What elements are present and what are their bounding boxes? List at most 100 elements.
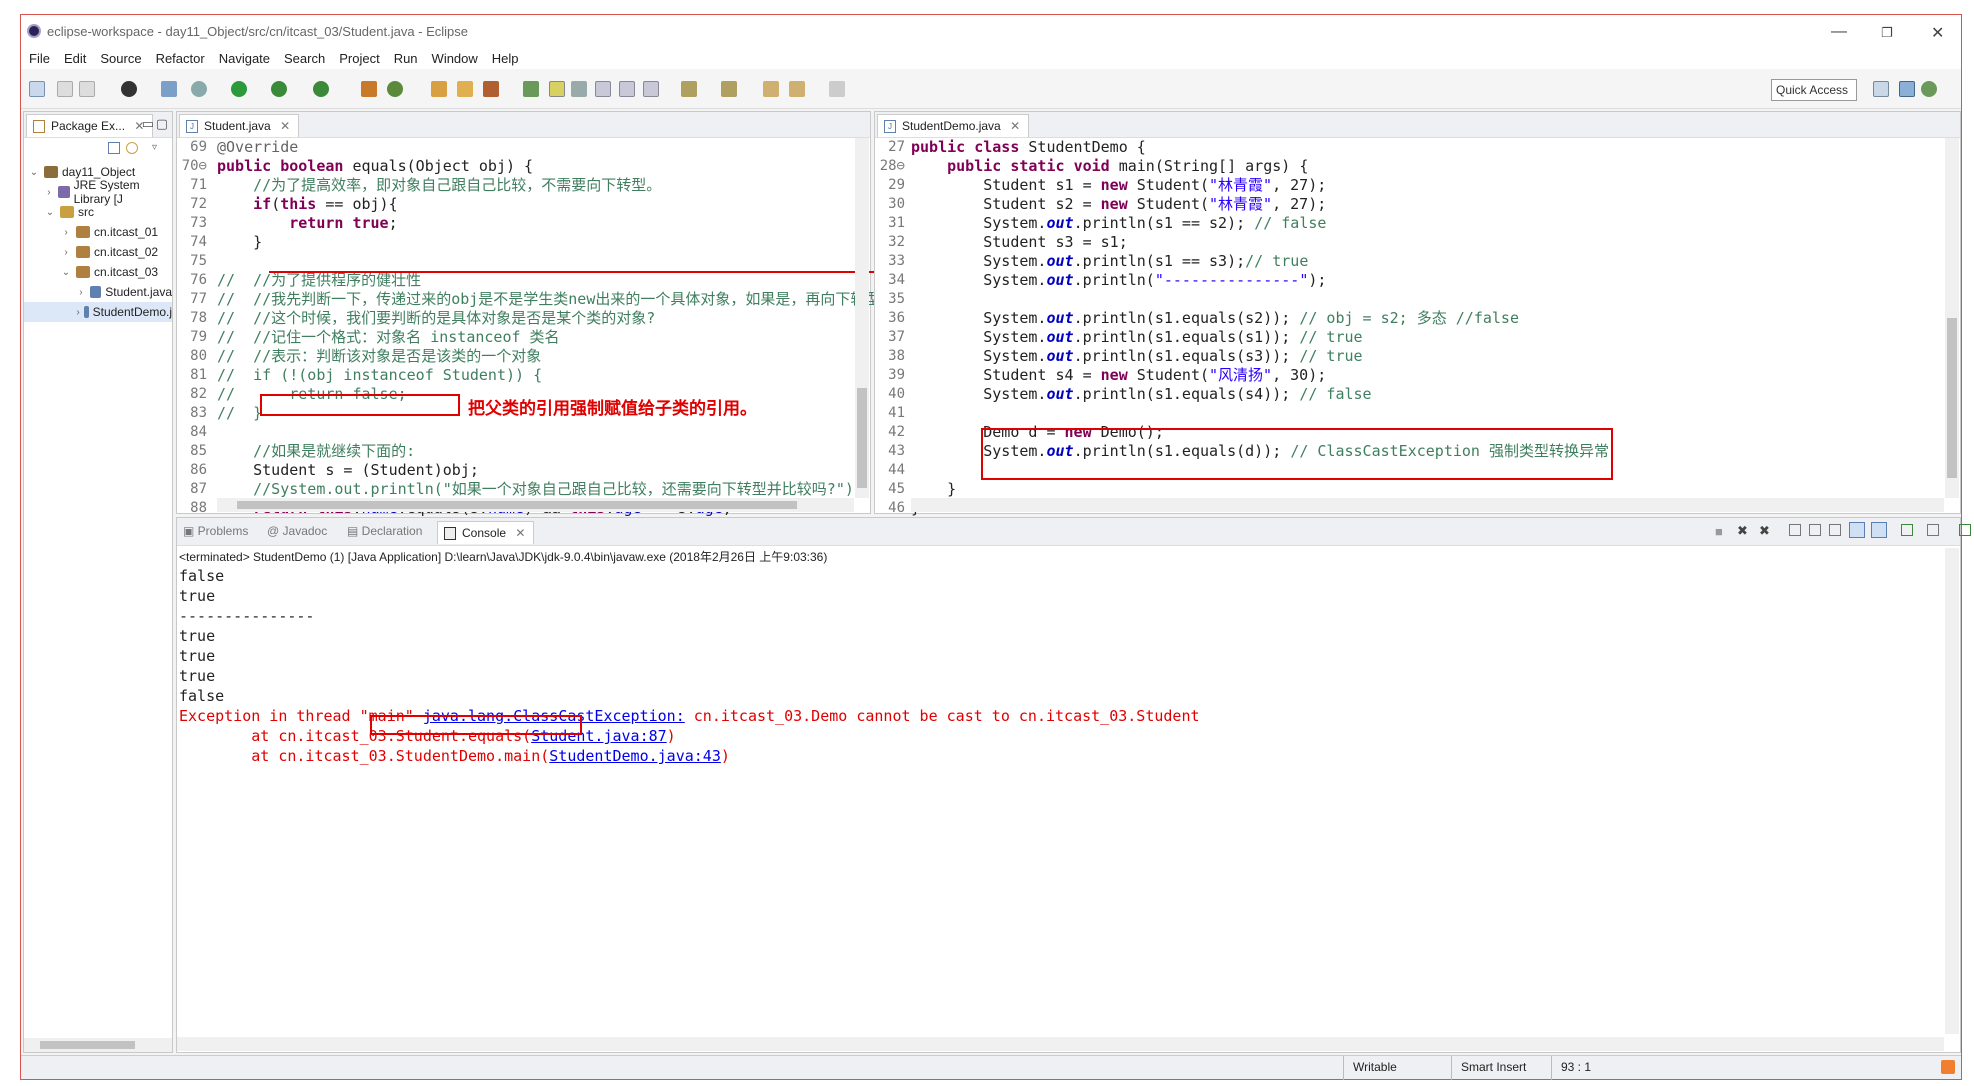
- next-annotation-icon[interactable]: [681, 81, 697, 97]
- close-tab-icon[interactable]: ✕: [1010, 119, 1020, 133]
- scroll-thumb[interactable]: [40, 1041, 135, 1049]
- show-on-stdout-icon[interactable]: [1849, 522, 1865, 538]
- terminate-icon[interactable]: ■: [1715, 524, 1723, 539]
- tab-student-java[interactable]: J Student.java ✕: [179, 114, 300, 137]
- last-edit-icon[interactable]: [763, 81, 779, 97]
- scroll-thumb[interactable]: [857, 388, 867, 488]
- external-tools-icon[interactable]: [313, 81, 329, 97]
- project-tree: ⌄ day11_Object › JRE System Library [J ⌄ src ›…: [24, 162, 172, 322]
- back-icon[interactable]: [789, 81, 805, 97]
- menu-edit[interactable]: Edit: [64, 51, 86, 66]
- tab-label: StudentDemo.java: [902, 119, 1001, 133]
- new-class-icon[interactable]: [387, 81, 403, 97]
- rss-icon[interactable]: [1941, 1060, 1955, 1074]
- tab-problems[interactable]: ▣ Problems: [183, 524, 248, 538]
- tree-expand-icon[interactable]: ›: [60, 227, 72, 238]
- debug-icon[interactable]: [191, 81, 207, 97]
- tab-javadoc[interactable]: @ Javadoc: [267, 524, 327, 538]
- open-console-icon[interactable]: [1959, 524, 1971, 536]
- previous-annotation-icon[interactable]: [721, 81, 737, 97]
- menu-run[interactable]: Run: [394, 51, 418, 66]
- remove-launch-icon[interactable]: ✖: [1737, 523, 1748, 539]
- block-selection-icon[interactable]: [571, 81, 587, 97]
- display-console-icon[interactable]: [1927, 524, 1939, 536]
- tree-item[interactable]: ⌄ src: [24, 202, 172, 222]
- close-button[interactable]: ✕: [1931, 23, 1944, 43]
- view-menu-icon[interactable]: ▿: [152, 142, 157, 153]
- remove-all-launches-icon[interactable]: ✖: [1759, 523, 1770, 539]
- search-icon[interactable]: [483, 81, 499, 97]
- tree-item-label: cn.itcast_01: [94, 225, 159, 239]
- menu-project[interactable]: Project: [339, 51, 379, 66]
- tree-expand-icon[interactable]: ›: [44, 187, 54, 198]
- right-editor-vscrollbar[interactable]: [1945, 138, 1959, 498]
- scroll-lock-icon[interactable]: [1809, 524, 1821, 536]
- tab-declaration[interactable]: ▤ Declaration: [347, 524, 422, 538]
- highlight-icon[interactable]: [549, 81, 565, 97]
- minimize-view-icon[interactable]: ▭: [142, 116, 154, 132]
- menu-navigate[interactable]: Navigate: [219, 51, 270, 66]
- tree-expand-icon[interactable]: ›: [76, 287, 86, 298]
- save-icon[interactable]: [57, 81, 73, 97]
- tree-expand-icon[interactable]: ⌄: [44, 207, 56, 218]
- trace-link-studentdemo[interactable]: StudentDemo.java:43: [549, 747, 721, 765]
- menu-help[interactable]: Help: [492, 51, 519, 66]
- open-type-icon[interactable]: [431, 81, 447, 97]
- close-tab-icon[interactable]: ✕: [280, 119, 290, 133]
- tree-expand-icon[interactable]: ›: [76, 307, 80, 318]
- tab-package-explorer[interactable]: Package Ex... ✕: [26, 114, 154, 137]
- debug-perspective-icon[interactable]: [1921, 81, 1937, 97]
- pilcrow-icon[interactable]: [643, 81, 659, 97]
- tree-item[interactable]: › cn.itcast_01: [24, 222, 172, 242]
- toggle-mark-occurrences-icon[interactable]: [523, 81, 539, 97]
- clear-console-icon[interactable]: [1789, 524, 1801, 536]
- menu-refactor[interactable]: Refactor: [156, 51, 205, 66]
- open-perspective-icon[interactable]: [1873, 81, 1889, 97]
- run-icon[interactable]: [231, 81, 247, 97]
- tab-console[interactable]: Console ✕: [437, 521, 535, 544]
- maximize-view-icon[interactable]: ▢: [156, 116, 168, 132]
- console-vscrollbar[interactable]: [1945, 548, 1959, 1034]
- profile-icon[interactable]: [121, 81, 137, 97]
- open-task-icon[interactable]: [457, 81, 473, 97]
- save-all-icon[interactable]: [79, 81, 95, 97]
- menu-search[interactable]: Search: [284, 51, 325, 66]
- menu-file[interactable]: File: [29, 51, 50, 66]
- coverage-icon[interactable]: [271, 81, 287, 97]
- tree-item[interactable]: › StudentDemo.j: [24, 302, 172, 322]
- collapse-all-icon[interactable]: [108, 142, 120, 154]
- menu-source[interactable]: Source: [100, 51, 141, 66]
- new-icon[interactable]: [29, 81, 45, 97]
- tab-studentdemo-java[interactable]: J StudentDemo.java ✕: [877, 114, 1030, 137]
- scroll-thumb[interactable]: [1947, 318, 1957, 478]
- tree-item[interactable]: › JRE System Library [J: [24, 178, 172, 206]
- tree-item[interactable]: ⌄ cn.itcast_03: [24, 262, 172, 282]
- tree-expand-icon[interactable]: ›: [60, 247, 72, 258]
- word-wrap-icon[interactable]: [1829, 524, 1841, 536]
- menu-window[interactable]: Window: [432, 51, 478, 66]
- word-wrap-icon[interactable]: [619, 81, 635, 97]
- explorer-hscrollbar[interactable]: [24, 1038, 172, 1052]
- tree-expand-icon[interactable]: ⌄: [28, 167, 40, 178]
- quick-access-input[interactable]: Quick Access: [1771, 79, 1857, 101]
- restore-button[interactable]: ❐: [1881, 25, 1893, 41]
- new-java-package-icon[interactable]: [361, 81, 377, 97]
- link-with-editor-icon[interactable]: [126, 142, 138, 154]
- java-perspective-icon[interactable]: [1899, 81, 1915, 97]
- tree-item[interactable]: › cn.itcast_02: [24, 242, 172, 262]
- right-editor-hscrollbar[interactable]: [911, 498, 1944, 512]
- skip-breakpoints-icon[interactable]: [161, 81, 177, 97]
- minimize-button[interactable]: —: [1831, 23, 1847, 41]
- left-editor-hscrollbar[interactable]: [217, 498, 854, 512]
- console-hscrollbar[interactable]: [177, 1037, 1944, 1051]
- tree-expand-icon[interactable]: ⌄: [60, 267, 72, 278]
- show-whitespace-icon[interactable]: [595, 81, 611, 97]
- show-on-stderr-icon[interactable]: [1871, 522, 1887, 538]
- pin-console-icon[interactable]: [1901, 524, 1913, 536]
- tree-item[interactable]: › Student.java: [24, 282, 172, 302]
- scroll-thumb[interactable]: [237, 501, 797, 509]
- console-output[interactable]: false true --------------- true true tru…: [179, 566, 1200, 766]
- close-tab-icon[interactable]: ✕: [515, 526, 525, 540]
- forward-icon[interactable]: [829, 81, 845, 97]
- left-editor-vscrollbar[interactable]: [855, 138, 869, 498]
